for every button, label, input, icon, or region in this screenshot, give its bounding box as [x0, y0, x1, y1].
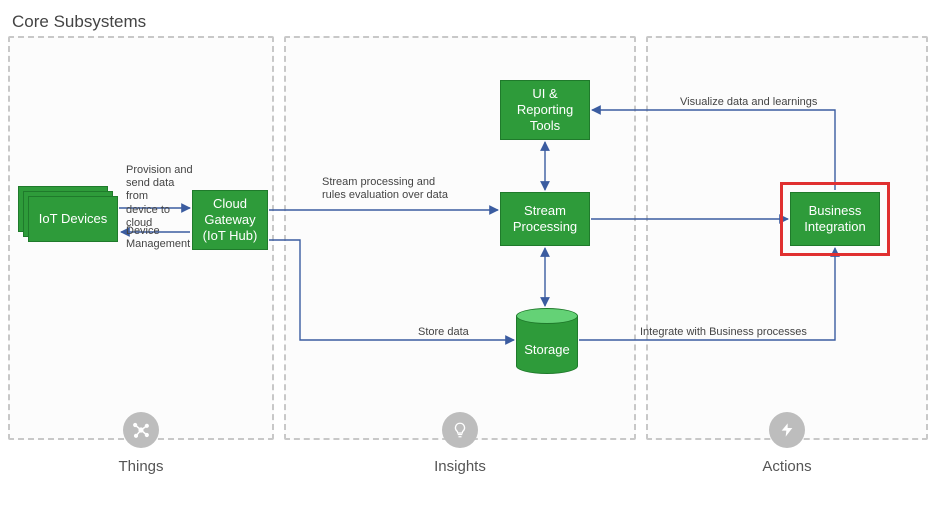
node-label: Storage: [516, 342, 578, 357]
node-cloud-gateway: Cloud Gateway (IoT Hub): [192, 190, 268, 250]
node-label: Stream Processing: [513, 203, 577, 236]
network-icon: [123, 412, 159, 448]
node-business-integration: Business Integration: [790, 192, 880, 246]
column-label-insights: Insights: [284, 458, 636, 475]
node-iot-devices: IoT Devices: [28, 196, 118, 242]
node-storage: Storage: [516, 308, 578, 374]
node-label: Cloud Gateway (IoT Hub): [203, 196, 258, 245]
column-label-things: Things: [8, 458, 274, 475]
node-ui-reporting: UI & Reporting Tools: [500, 80, 590, 140]
diagram-title: Core Subsystems: [12, 12, 146, 32]
node-stream-processing: Stream Processing: [500, 192, 590, 246]
edge-label-integrate: Integrate with Business processes: [640, 326, 807, 339]
edge-label-stream-rules: Stream processing and rules evaluation o…: [322, 176, 462, 202]
lightning-icon: [769, 412, 805, 448]
lightbulb-icon: [442, 412, 478, 448]
node-label: Business Integration: [804, 203, 865, 236]
edge-label-device-mgmt: Device Management: [126, 225, 198, 251]
edge-label-visualize: Visualize data and learnings: [680, 96, 817, 109]
node-label: IoT Devices: [39, 211, 107, 227]
column-label-actions: Actions: [646, 458, 928, 475]
edge-label-store-data: Store data: [418, 326, 469, 339]
edge-label-provision: Provision and send data from device to c…: [126, 164, 198, 230]
node-label: UI & Reporting Tools: [517, 86, 573, 135]
